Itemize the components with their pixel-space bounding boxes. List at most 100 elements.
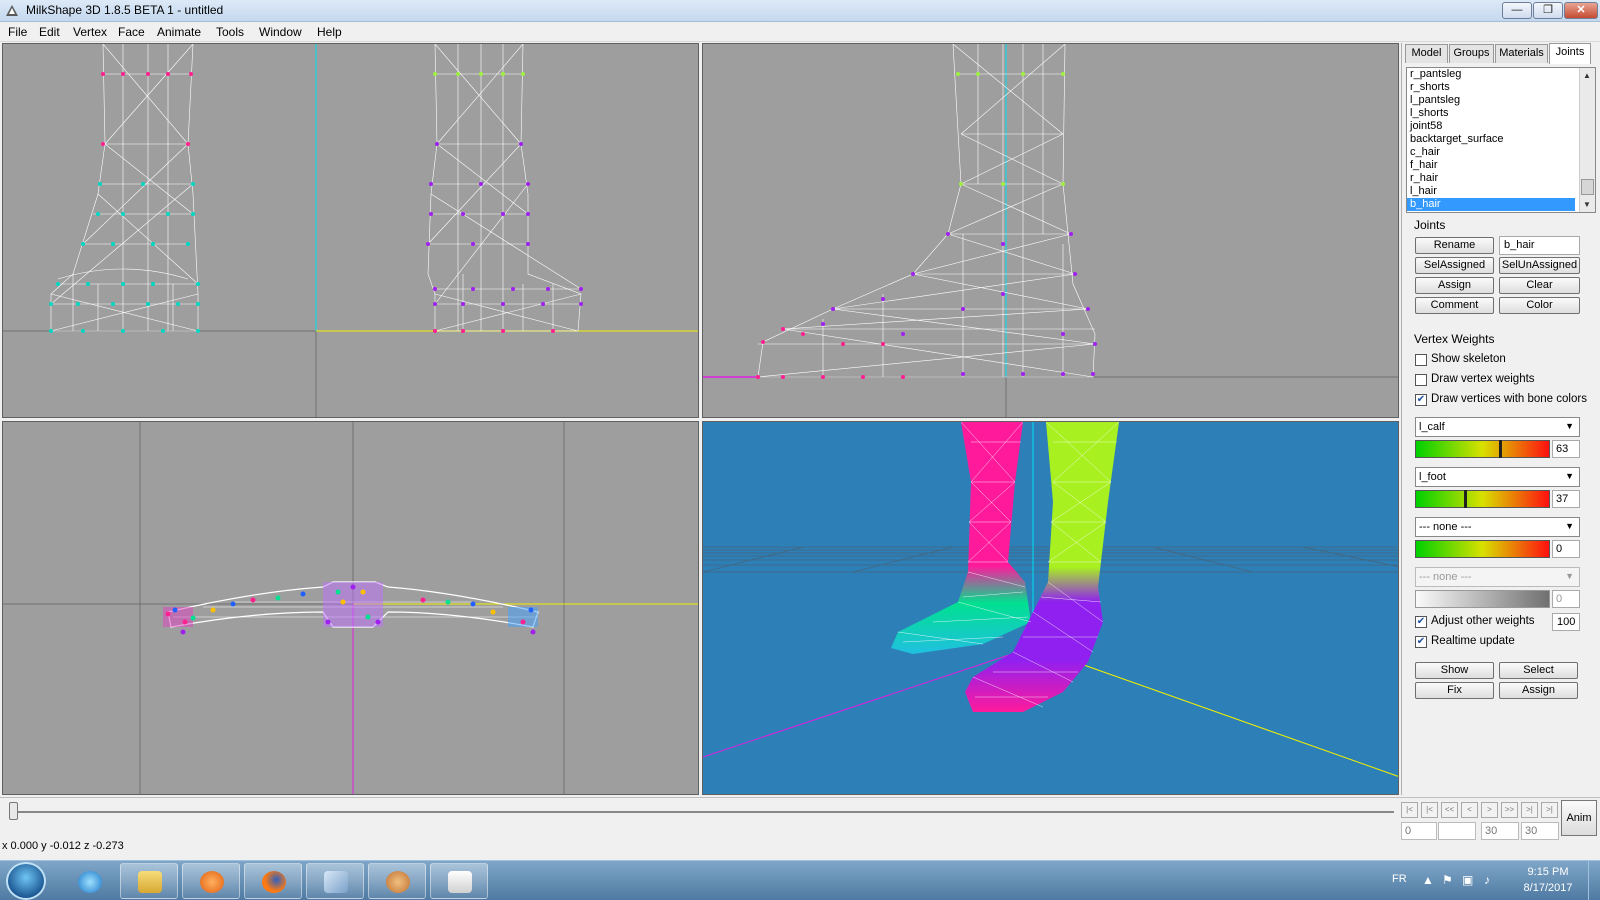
weight-value-2[interactable]: 37 bbox=[1552, 490, 1580, 508]
maximize-button[interactable]: ❐ bbox=[1533, 2, 1563, 19]
weight-bar-2[interactable] bbox=[1415, 490, 1550, 508]
viewport-side[interactable] bbox=[702, 43, 1399, 418]
menu-window[interactable]: Window bbox=[255, 24, 306, 40]
show-desktop-button[interactable] bbox=[1588, 861, 1600, 900]
weight-bone-select-2[interactable]: l_foot ▼ bbox=[1415, 467, 1580, 487]
last-frame-button[interactable]: >| bbox=[1541, 802, 1558, 818]
tab-groups[interactable]: Groups bbox=[1449, 44, 1494, 63]
joint-item-r-hair[interactable]: r_hair bbox=[1407, 172, 1595, 185]
show-skeleton-checkbox[interactable] bbox=[1415, 354, 1427, 366]
file-explorer-icon[interactable] bbox=[120, 863, 178, 899]
sel-unassigned-button[interactable]: SelUnAssigned bbox=[1499, 257, 1580, 274]
tab-joints[interactable]: Joints bbox=[1549, 43, 1591, 64]
show-button[interactable]: Show bbox=[1415, 662, 1494, 679]
weight-slider-1[interactable] bbox=[1499, 440, 1502, 458]
scrollbar-thumb[interactable] bbox=[1581, 179, 1594, 195]
realtime-update-checkbox[interactable]: ✔ bbox=[1415, 636, 1427, 648]
frame-start-field[interactable]: 0 bbox=[1401, 822, 1437, 840]
assign-weights-button[interactable]: Assign bbox=[1499, 682, 1578, 699]
first-frame-button[interactable]: |< bbox=[1401, 802, 1418, 818]
viewport-top[interactable] bbox=[2, 421, 699, 795]
menu-bar: File Edit Vertex Face Animate Tools Wind… bbox=[0, 22, 1600, 42]
joint-item-b-hair[interactable]: b_hair bbox=[1407, 198, 1575, 211]
side-view-wireframe bbox=[703, 44, 1398, 417]
frame-current-field[interactable]: 30 bbox=[1481, 822, 1519, 840]
scroll-up-icon[interactable]: ▲ bbox=[1583, 71, 1591, 80]
menu-file[interactable]: File bbox=[4, 24, 31, 40]
notepad-icon[interactable] bbox=[306, 863, 364, 899]
minimize-button[interactable]: — bbox=[1502, 2, 1532, 19]
rename-button[interactable]: Rename bbox=[1415, 237, 1494, 254]
fast-forward-button[interactable]: >> bbox=[1501, 802, 1518, 818]
select-button[interactable]: Select bbox=[1499, 662, 1578, 679]
weight-bone-select-3[interactable]: --- none --- ▼ bbox=[1415, 517, 1580, 537]
joint-item-r-shorts[interactable]: r_shorts bbox=[1407, 81, 1595, 94]
joint-item-l-pantsleg[interactable]: l_pantsleg bbox=[1407, 94, 1595, 107]
menu-face[interactable]: Face bbox=[114, 24, 149, 40]
menu-tools[interactable]: Tools bbox=[212, 24, 248, 40]
next-frame-button[interactable]: > bbox=[1481, 802, 1498, 818]
sel-assigned-button[interactable]: SelAssigned bbox=[1415, 257, 1494, 274]
show-hidden-icons-icon[interactable]: ▲ bbox=[1422, 873, 1434, 887]
title-bar: MilkShape 3D 1.8.5 BETA 1 - untitled — ❐… bbox=[0, 0, 1600, 22]
firefox-icon[interactable] bbox=[244, 863, 302, 899]
adjust-other-weights-input[interactable]: 100 bbox=[1552, 613, 1580, 631]
joint-item-f-hair[interactable]: f_hair bbox=[1407, 159, 1595, 172]
timeline-slider[interactable] bbox=[9, 802, 18, 820]
milkshape-app-icon bbox=[6, 5, 18, 16]
volume-icon[interactable]: ♪ bbox=[1484, 873, 1490, 887]
color-button[interactable]: Color bbox=[1499, 297, 1580, 314]
joint-list[interactable]: r_pantsleg r_shorts l_pantsleg l_shorts … bbox=[1406, 67, 1596, 213]
prev-key-button[interactable]: |< bbox=[1421, 802, 1438, 818]
viewport-3d[interactable] bbox=[702, 421, 1399, 795]
viewport-front[interactable] bbox=[2, 43, 699, 418]
clock-date[interactable]: 8/17/2017 bbox=[1518, 882, 1578, 894]
draw-vertex-weights-checkbox[interactable] bbox=[1415, 374, 1427, 386]
next-key-button[interactable]: >| bbox=[1521, 802, 1538, 818]
joint-item-backtarget-surface[interactable]: backtarget_surface bbox=[1407, 133, 1595, 146]
weight-bone-select-1[interactable]: l_calf ▼ bbox=[1415, 417, 1580, 437]
joint-item-joint58[interactable]: joint58 bbox=[1407, 120, 1595, 133]
assign-joint-button[interactable]: Assign bbox=[1415, 277, 1494, 294]
clear-button[interactable]: Clear bbox=[1499, 277, 1580, 294]
close-button[interactable]: ✕ bbox=[1564, 2, 1598, 19]
adjust-other-weights-checkbox[interactable]: ✔ bbox=[1415, 616, 1427, 628]
milkshape-taskbar-icon[interactable] bbox=[430, 863, 488, 899]
clock-time[interactable]: 9:15 PM bbox=[1518, 866, 1578, 878]
fix-button[interactable]: Fix bbox=[1415, 682, 1494, 699]
chevron-down-icon: ▼ bbox=[1565, 471, 1574, 481]
media-player-icon[interactable] bbox=[182, 863, 240, 899]
frame-end-field[interactable]: 30 bbox=[1521, 822, 1559, 840]
menu-animate[interactable]: Animate bbox=[153, 24, 205, 40]
weight-slider-2[interactable] bbox=[1464, 490, 1467, 508]
menu-vertex[interactable]: Vertex bbox=[69, 24, 111, 40]
menu-edit[interactable]: Edit bbox=[35, 24, 64, 40]
draw-bone-colors-checkbox[interactable]: ✔ bbox=[1415, 394, 1427, 406]
weight-bar-1[interactable] bbox=[1415, 440, 1550, 458]
joint-item-r-pantsleg[interactable]: r_pantsleg bbox=[1407, 68, 1595, 81]
timeline-track[interactable] bbox=[12, 811, 1394, 813]
windows-start-icon[interactable] bbox=[6, 862, 46, 900]
tab-materials[interactable]: Materials bbox=[1495, 44, 1548, 63]
weight-bar-3[interactable] bbox=[1415, 540, 1550, 558]
menu-help[interactable]: Help bbox=[313, 24, 346, 40]
internet-explorer-icon[interactable] bbox=[60, 863, 118, 899]
rewind-button[interactable]: << bbox=[1441, 802, 1458, 818]
frame-blank-field[interactable] bbox=[1438, 822, 1476, 840]
joint-name-input[interactable]: b_hair bbox=[1499, 236, 1580, 255]
comment-button[interactable]: Comment bbox=[1415, 297, 1494, 314]
tab-model[interactable]: Model bbox=[1405, 44, 1448, 63]
joint-item-l-hair[interactable]: l_hair bbox=[1407, 185, 1595, 198]
weight-value-1[interactable]: 63 bbox=[1552, 440, 1580, 458]
prev-frame-button[interactable]: < bbox=[1461, 802, 1478, 818]
action-center-flag-icon[interactable]: ⚑ bbox=[1442, 873, 1453, 887]
joint-list-scrollbar[interactable]: ▲ ▼ bbox=[1579, 68, 1595, 212]
language-indicator[interactable]: FR bbox=[1392, 873, 1407, 885]
paint-icon[interactable] bbox=[368, 863, 426, 899]
joint-item-c-hair[interactable]: c_hair bbox=[1407, 146, 1595, 159]
joint-item-l-shorts[interactable]: l_shorts bbox=[1407, 107, 1595, 120]
weight-value-3[interactable]: 0 bbox=[1552, 540, 1580, 558]
network-icon[interactable]: ▣ bbox=[1462, 873, 1473, 887]
anim-button[interactable]: Anim bbox=[1561, 800, 1597, 836]
scroll-down-icon[interactable]: ▼ bbox=[1583, 200, 1591, 209]
